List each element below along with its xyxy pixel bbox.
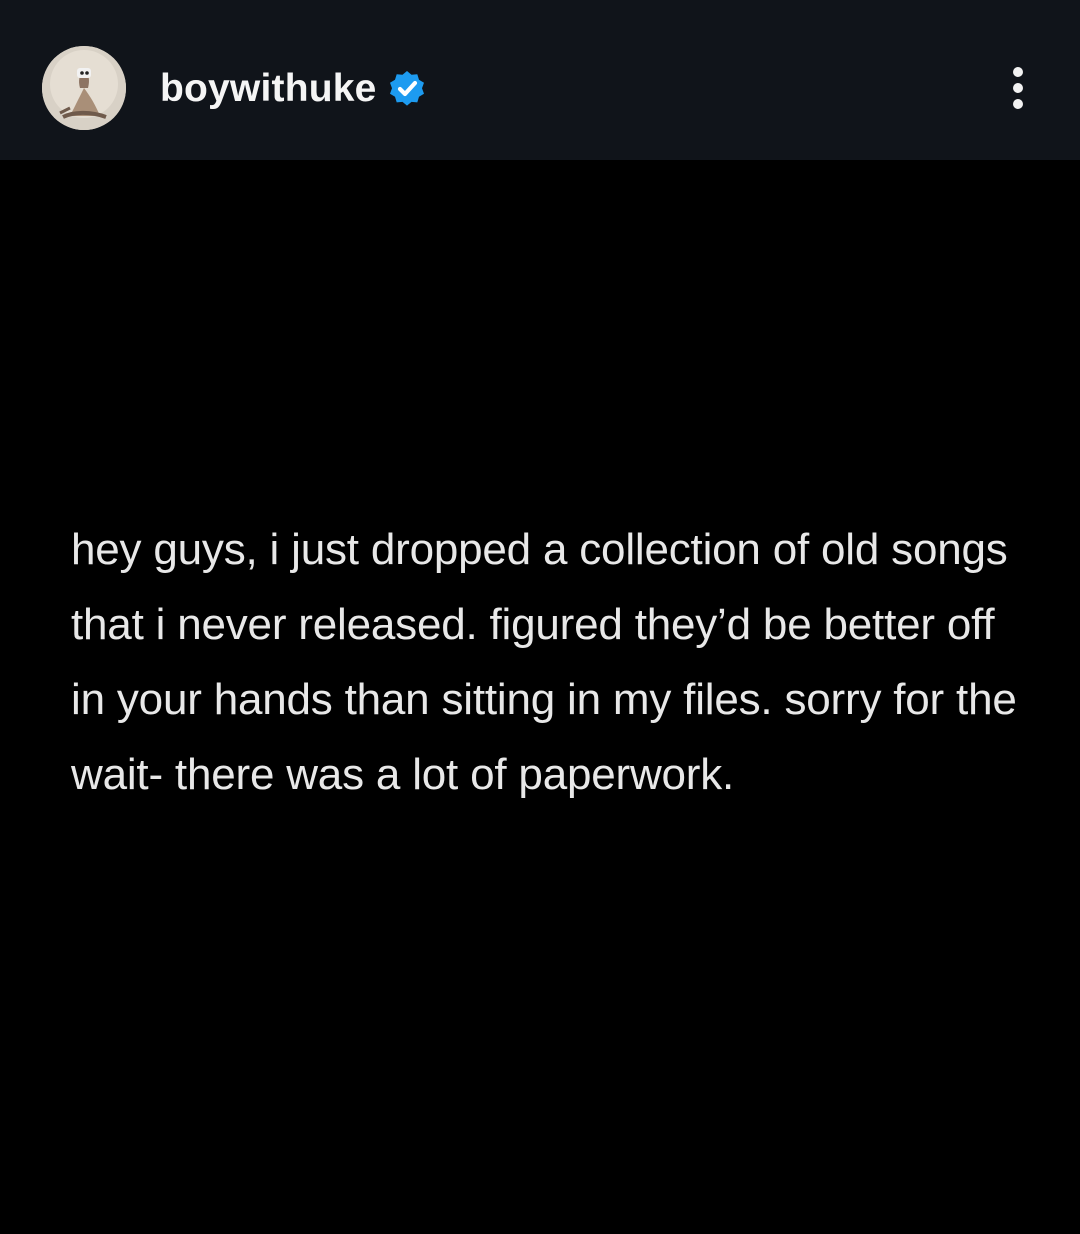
profile-username[interactable]: boywithuke — [160, 64, 377, 114]
more-vertical-icon-dot — [1013, 99, 1023, 109]
more-vertical-icon-dot — [1013, 83, 1023, 93]
profile-avatar[interactable] — [42, 46, 126, 130]
verified-badge-icon — [390, 71, 424, 106]
avatar-image — [42, 46, 126, 130]
more-vertical-icon-dot — [1013, 67, 1023, 77]
post-text: hey guys, i just dropped a collection of… — [71, 525, 1017, 799]
more-options-button[interactable] — [992, 56, 1044, 120]
post-header: boywithuke — [0, 0, 1080, 160]
